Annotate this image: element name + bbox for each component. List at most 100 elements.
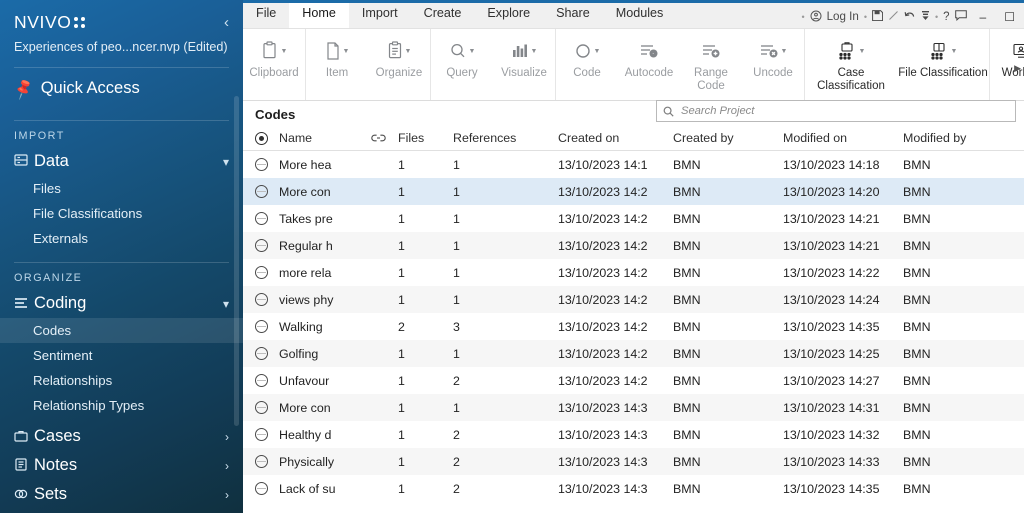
cell-files: 1 [398, 184, 405, 199]
chevron-down-icon-organize[interactable]: ▼ [405, 48, 412, 55]
cell-files: 1 [398, 400, 405, 415]
column-header-name[interactable]: Name [279, 131, 371, 145]
sidebar-item-codes[interactable]: Codes [0, 318, 243, 343]
ribbon-group-query-visualize: ▼ Query ▼ Visualize [430, 29, 555, 100]
sidebar-item-relationships[interactable]: Relationships [0, 368, 243, 393]
chevron-right-icon-notes[interactable]: › [225, 459, 229, 473]
tab-create[interactable]: Create [411, 0, 475, 28]
sidebar-group-coding[interactable]: Coding ▾ [0, 289, 243, 318]
tab-share[interactable]: Share [543, 0, 603, 28]
case-classification-label: Case Classification [817, 67, 885, 92]
search-input[interactable]: Search Project [656, 100, 1016, 122]
cell-references: 1 [453, 157, 460, 172]
column-header-modified-by[interactable]: Modified by [903, 131, 993, 145]
cell-created-on: 13/10/2023 14:2 [558, 211, 648, 226]
tree-line [257, 326, 266, 327]
table-row[interactable]: Unfavour 1 2 13/10/2023 14:2 BMN 13/10/2023 1… [243, 367, 1024, 394]
log-in-button[interactable]: Log In [827, 11, 859, 23]
sidebar-group-sets[interactable]: Sets › [0, 480, 243, 509]
file-classification-button[interactable]: ▼ File Classification [897, 33, 989, 80]
table-row[interactable]: more rela 1 1 13/10/2023 14:2 BMN 13/10/2023 … [243, 259, 1024, 286]
table-row[interactable]: Healthy d 1 2 13/10/2023 14:3 BMN 13/10/2023 … [243, 421, 1024, 448]
chevron-down-icon-code[interactable]: ▼ [594, 48, 601, 55]
tab-modules[interactable]: Modules [603, 0, 677, 28]
chevron-down-icon-item[interactable]: ▼ [343, 48, 350, 55]
chevron-down-icon-file-classification[interactable]: ▼ [951, 48, 958, 55]
sidebar-item-externals[interactable]: Externals [0, 226, 243, 251]
chevron-down-icon-clipboard[interactable]: ▼ [281, 48, 288, 55]
tab-home[interactable]: Home [289, 0, 349, 28]
table-row[interactable]: More hea 1 1 13/10/2023 14:1 BMN 13/10/2023 1… [243, 151, 1024, 178]
autocode-button[interactable]: Autocode [618, 33, 680, 80]
chevron-left-icon[interactable]: ‹ [224, 12, 229, 30]
chevron-down-icon-query[interactable]: ▼ [469, 48, 476, 55]
maximize-button[interactable]: ☐ [995, 8, 1024, 28]
chevron-right-icon-cases[interactable]: › [225, 430, 229, 444]
cell-modified-on: 13/10/2023 14:22 [783, 265, 880, 280]
column-header-files[interactable]: Files [398, 131, 453, 145]
sidebar-group-data[interactable]: Data ▾ [0, 147, 243, 176]
column-header-references[interactable]: References [453, 131, 558, 145]
undo-icon[interactable] [904, 10, 916, 25]
cell-modified-by: BMN [903, 319, 931, 334]
table-row[interactable]: More con 1 1 13/10/2023 14:2 BMN 13/10/2023 1… [243, 178, 1024, 205]
select-all-icon[interactable] [243, 131, 279, 145]
sidebar-group-cases[interactable]: Cases › [0, 418, 243, 451]
quick-access-item[interactable]: 📌 Quick Access [0, 68, 243, 109]
dropdown-arrow-icon[interactable] [921, 10, 930, 25]
table-row[interactable]: Regular h 1 1 13/10/2023 14:2 BMN 13/10/2023 … [243, 232, 1024, 259]
tab-explore[interactable]: Explore [474, 0, 543, 28]
chevron-down-icon-uncode[interactable]: ▼ [781, 48, 788, 55]
chart-icon: ▼ [511, 39, 538, 63]
comment-icon[interactable] [954, 10, 967, 25]
cell-modified-by: BMN [903, 427, 931, 442]
column-header-modified-on[interactable]: Modified on [783, 131, 903, 145]
code-label: Code [573, 67, 601, 79]
table-row[interactable]: Lack of su 1 2 13/10/2023 14:3 BMN 13/10/2023… [243, 475, 1024, 502]
organize-button[interactable]: ▼ Organize [368, 33, 430, 80]
query-button[interactable]: ▼ Query [431, 33, 493, 80]
item-button[interactable]: ▼ Item [306, 33, 368, 80]
case-classification-button[interactable]: ▼ Case Classification [805, 33, 897, 93]
sidebar-group-notes[interactable]: Notes › [0, 451, 243, 480]
ribbon-overflow-icon[interactable]: ▶ [1014, 63, 1021, 74]
chevron-right-icon-sets[interactable]: › [225, 488, 229, 502]
sidebar-group-notes-label: Notes [34, 456, 78, 474]
sidebar-item-files[interactable]: Files [0, 176, 243, 201]
sidebar-item-file-classifications[interactable]: File Classifications [0, 201, 243, 226]
clipboard-button[interactable]: ▼ Clipboard [243, 33, 305, 80]
help-icon[interactable]: ? [943, 11, 949, 24]
chevron-down-icon[interactable]: ▾ [223, 155, 229, 169]
autocode-label: Autocode [624, 67, 674, 79]
minimize-button[interactable]: – [971, 8, 996, 28]
cell-references: 1 [453, 211, 460, 226]
visualize-button[interactable]: ▼ Visualize [493, 33, 555, 80]
cell-references: 1 [453, 238, 460, 253]
tab-file[interactable]: File [243, 0, 289, 28]
cell-created-on: 13/10/2023 14:3 [558, 427, 648, 442]
cell-modified-on: 13/10/2023 14:21 [783, 211, 880, 226]
cell-modified-by: BMN [903, 211, 931, 226]
table-row[interactable]: Walking 2 3 13/10/2023 14:2 BMN 13/10/2023 14… [243, 313, 1024, 340]
cell-files: 1 [398, 346, 405, 361]
table-row[interactable]: More con 1 1 13/10/2023 14:3 BMN 13/10/2023 1… [243, 394, 1024, 421]
sidebar-item-relationship-types[interactable]: Relationship Types [0, 393, 243, 418]
range-code-button[interactable]: Range Code [680, 33, 742, 93]
chevron-down-icon-coding[interactable]: ▾ [223, 297, 229, 311]
table-row[interactable]: Takes pre 1 1 13/10/2023 14:2 BMN 13/10/2023 … [243, 205, 1024, 232]
code-button[interactable]: ▼ Code [556, 33, 618, 80]
user-circle-icon[interactable] [810, 10, 822, 26]
column-header-created-by[interactable]: Created by [673, 131, 783, 145]
tab-import[interactable]: Import [349, 0, 411, 28]
sidebar-item-sentiment[interactable]: Sentiment [0, 343, 243, 368]
chevron-down-icon-case-classification[interactable]: ▼ [859, 48, 866, 55]
save-icon[interactable] [872, 10, 884, 25]
cell-modified-by: BMN [903, 481, 931, 496]
table-row[interactable]: Physically 1 2 13/10/2023 14:3 BMN 13/10/2023… [243, 448, 1024, 475]
column-header-created-on[interactable]: Created on [558, 131, 673, 145]
table-row[interactable]: views phy 1 1 13/10/2023 14:2 BMN 13/10/2023 … [243, 286, 1024, 313]
table-row[interactable]: Golfing 1 1 13/10/2023 14:2 BMN 13/10/2023 14… [243, 340, 1024, 367]
uncode-button[interactable]: ▼ Uncode [742, 33, 804, 80]
edit-pencil-icon[interactable] [888, 10, 899, 25]
chevron-down-icon-visualize[interactable]: ▼ [531, 48, 538, 55]
